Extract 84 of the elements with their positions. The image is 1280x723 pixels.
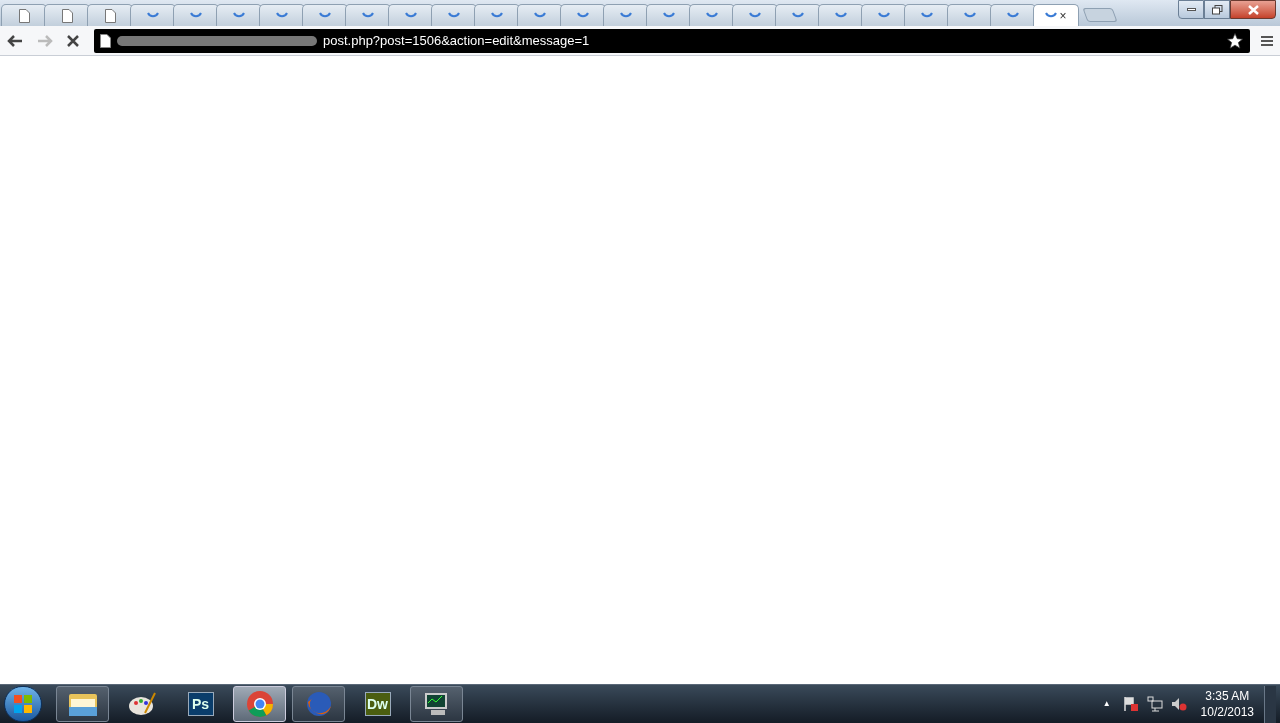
loading-spinner-icon	[362, 12, 374, 19]
app-logo-icon: Dw	[364, 692, 391, 716]
browser-tab[interactable]	[431, 4, 477, 26]
show-hidden-icons-button[interactable]: ▲	[1102, 698, 1111, 710]
tab-close-button[interactable]: ×	[1059, 9, 1067, 22]
page-icon	[100, 33, 111, 48]
browser-tab[interactable]	[345, 4, 391, 26]
chrome-logo-icon	[245, 690, 274, 718]
browser-tab[interactable]	[904, 4, 950, 26]
page-icon	[61, 8, 73, 23]
loading-spinner-icon	[534, 12, 546, 19]
url-text: post.php?post=1506&action=edit&message=1	[323, 31, 590, 50]
start-button[interactable]	[4, 686, 42, 722]
browser-tab[interactable]: ×	[1033, 4, 1079, 26]
loading-spinner-icon	[749, 12, 761, 19]
restore-icon	[1211, 4, 1223, 15]
show-desktop-button[interactable]	[1264, 685, 1276, 723]
browser-tab[interactable]	[44, 4, 90, 26]
taskbar-button[interactable]: Ps	[174, 686, 227, 722]
browser-tab[interactable]	[388, 4, 434, 26]
browser-tab[interactable]	[87, 4, 133, 26]
browser-tab[interactable]	[646, 4, 692, 26]
browser-tab[interactable]	[1, 4, 47, 26]
browser-tab[interactable]	[216, 4, 262, 26]
browser-tab[interactable]	[560, 4, 606, 26]
windows-logo-icon	[13, 694, 33, 714]
back-arrow-icon[interactable]	[6, 32, 24, 49]
clock-date: 10/2/2013	[1200, 704, 1254, 720]
taskbar-button[interactable]: Dw	[351, 686, 404, 722]
flag-warning-icon[interactable]	[1122, 696, 1139, 712]
paint-palette-icon	[126, 691, 157, 717]
clock[interactable]: 3:35 AM 10/2/2013	[1200, 688, 1254, 720]
browser-tab[interactable]	[861, 4, 907, 26]
browser-tab[interactable]	[732, 4, 778, 26]
clock-time: 3:35 AM	[1205, 688, 1250, 704]
browser-tab[interactable]	[130, 4, 176, 26]
browser-tab[interactable]	[302, 4, 348, 26]
browser-tab[interactable]	[775, 4, 821, 26]
restore-button[interactable]	[1204, 0, 1230, 19]
loading-spinner-icon	[276, 12, 288, 19]
browser-tab[interactable]	[517, 4, 563, 26]
loading-spinner-icon	[878, 12, 890, 19]
muted-speaker-icon[interactable]	[1170, 696, 1187, 712]
menu-icon[interactable]	[1260, 34, 1274, 47]
close-icon	[1247, 4, 1259, 15]
app-logo-icon: Ps	[187, 692, 214, 716]
loading-spinner-icon	[706, 12, 718, 19]
loading-spinner-icon	[190, 12, 202, 19]
loading-spinner-icon	[921, 12, 933, 19]
taskbar-button[interactable]	[56, 686, 109, 722]
browser-tab[interactable]	[173, 4, 219, 26]
loading-spinner-icon	[147, 12, 159, 19]
loading-spinner-icon	[835, 12, 847, 19]
loading-spinner-icon	[1007, 12, 1019, 19]
minimize-button[interactable]	[1178, 0, 1204, 19]
loading-spinner-icon	[491, 12, 503, 19]
network-icon[interactable]	[1146, 696, 1163, 712]
browser-tab[interactable]	[818, 4, 864, 26]
star-icon[interactable]	[1226, 31, 1244, 50]
page-icon	[104, 8, 116, 23]
close-button[interactable]	[1230, 0, 1276, 19]
browser-tab[interactable]	[947, 4, 993, 26]
taskbar-button[interactable]	[410, 686, 463, 722]
browser-tab[interactable]	[603, 4, 649, 26]
loading-spinner-icon	[1045, 12, 1058, 19]
loading-spinner-icon	[233, 12, 245, 19]
loading-spinner-icon	[448, 12, 460, 19]
browser-tab[interactable]	[990, 4, 1036, 26]
firefox-logo-icon	[304, 690, 333, 718]
loading-spinner-icon	[964, 12, 976, 19]
browser-tab[interactable]	[689, 4, 735, 26]
loading-spinner-icon	[663, 12, 675, 19]
browser-tab[interactable]	[259, 4, 305, 26]
loading-spinner-icon	[319, 12, 331, 19]
address-bar[interactable]: post.php?post=1506&action=edit&message=1	[94, 28, 1250, 53]
new-tab-button[interactable]	[1082, 8, 1118, 22]
loading-spinner-icon	[620, 12, 632, 19]
loading-spinner-icon	[405, 12, 417, 19]
loading-spinner-icon	[792, 12, 804, 19]
loading-spinner-icon	[577, 12, 589, 19]
folder-icon	[67, 691, 98, 717]
browser-tab[interactable]	[474, 4, 520, 26]
page-icon	[18, 8, 30, 23]
stop-icon[interactable]	[66, 33, 80, 48]
